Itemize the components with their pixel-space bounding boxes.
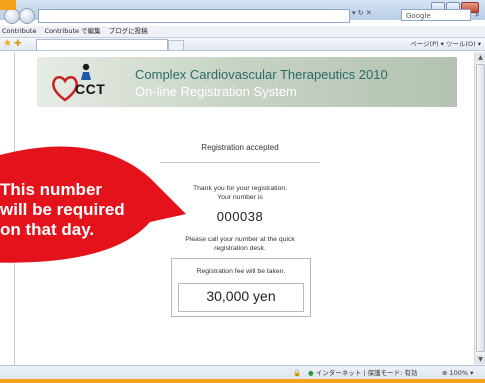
thanks-message: Thank you for your registration. Your nu… [155,184,325,202]
registration-number: 000038 [216,209,264,224]
globe-icon: ● [308,369,314,377]
forward-button[interactable] [19,8,35,24]
tab-current[interactable] [36,39,168,50]
fee-box: Registration fee will be taken. 30,000 y… [171,258,311,317]
add-favorites-icon[interactable]: ✚ [14,38,22,50]
status-zone[interactable]: ● インターネット | 保護モード: 有効 [308,366,417,379]
fee-amount: 30,000 yen [206,288,276,304]
divider [160,162,320,163]
thanks-line: Thank you for your registration. [192,185,288,192]
link-blog-post[interactable]: ブログに投稿 [109,27,148,35]
address-bar[interactable] [38,9,350,23]
fee-label: Registration fee will be taken. [196,268,286,275]
browser-window: ▾ ↻ ✕ Google ⌕ Contribute Contribute で編集… [0,0,485,379]
zoom-value: 100% [449,369,469,377]
search-icon[interactable]: ⌕ [475,10,479,20]
scroll-thumb[interactable] [476,64,485,352]
page-title: Complex Cardiovascular Therapeutics 2010 [135,67,388,82]
fee-amount-box: 30,000 yen [178,283,304,312]
cct-logo: CCT [47,63,127,103]
page-subtitle: On-line Registration System [135,84,297,99]
vertical-scrollbar[interactable]: ▲ ▼ [474,52,485,365]
number-intro: Your number is [217,194,263,201]
status-bar: 🔒 ● インターネット | 保護モード: 有効 ⊕ 100% ▾ [0,365,485,379]
status-zone-text: インターネット | 保護モード: 有効 [315,369,418,377]
link-contribute[interactable]: Contribute [2,27,36,35]
call-line: Please call your number at the quick [185,236,295,243]
security-icon[interactable]: 🔒 [293,366,301,379]
refresh-stop-icons[interactable]: ▾ ↻ ✕ [352,9,372,17]
command-bar[interactable]: ページ(P) ▾ ツール(O) ▾ [410,38,481,50]
orange-frame-corner [0,0,16,10]
back-button[interactable] [4,8,20,24]
scroll-up-arrow-icon[interactable]: ▲ [476,53,485,62]
person-logo-icon [81,63,91,80]
zoom-level[interactable]: ⊕ 100% ▾ [442,366,473,379]
scroll-down-arrow-icon[interactable]: ▼ [476,355,485,364]
search-input[interactable]: Google [401,9,471,21]
logo-text: CCT [75,81,106,97]
header-banner: CCT Complex Cardiovascular Therapeutics … [37,57,457,107]
call-line: registration desk. [214,245,266,252]
new-tab-button[interactable] [168,40,184,51]
tab-bar: ★ ✚ ページ(P) ▾ ツール(O) ▾ [0,38,485,51]
page-content: CCT Complex Cardiovascular Therapeutics … [14,52,476,365]
favorites-star-icon[interactable]: ★ [3,38,12,50]
link-contribute-edit[interactable]: Contribute で編集 [45,27,101,35]
status-heading: Registration accepted [201,143,279,152]
navigation-bar: ▾ ↻ ✕ Google ⌕ [0,6,485,26]
call-instruction: Please call your number at the quick reg… [155,235,325,253]
links-bar: Contribute Contribute で編集 ブログに投稿 [0,26,485,38]
